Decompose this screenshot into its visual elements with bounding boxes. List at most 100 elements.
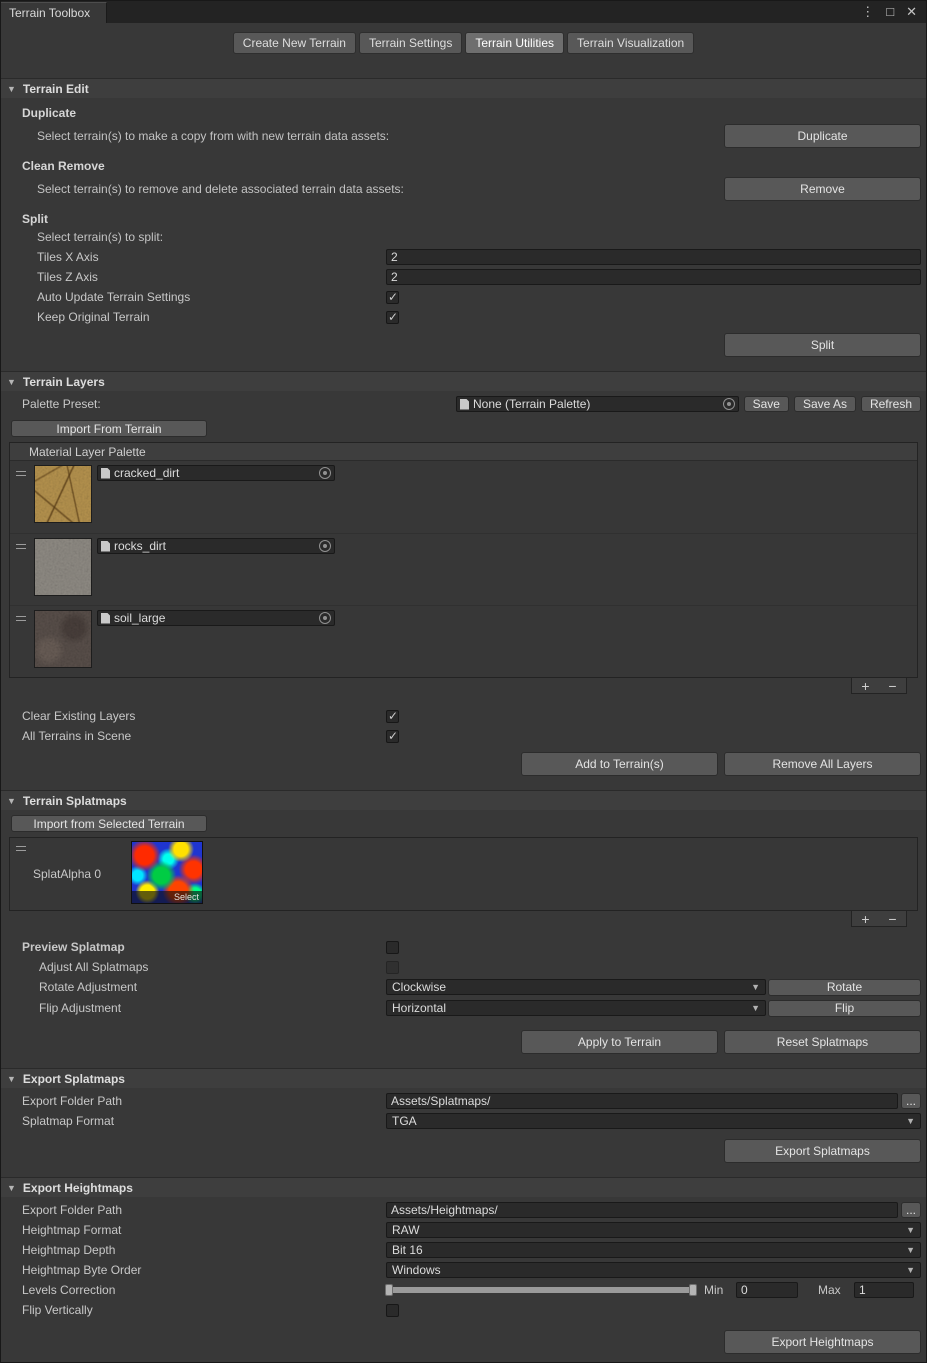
- foldout-icon: ▼: [7, 1183, 16, 1193]
- save-button[interactable]: Save: [744, 396, 789, 412]
- flip-adjustment-value: Horizontal: [392, 1001, 446, 1015]
- splatmap-list-footer: + −: [851, 911, 907, 927]
- export-heightmaps-button[interactable]: Export Heightmaps: [724, 1330, 921, 1354]
- import-from-terrain-button[interactable]: Import From Terrain: [11, 420, 207, 437]
- import-from-selected-terrain-button[interactable]: Import from Selected Terrain: [11, 815, 207, 832]
- browse-folder-button[interactable]: ...: [901, 1202, 921, 1218]
- heightmap-folder-input[interactable]: Assets/Heightmaps/: [386, 1202, 898, 1218]
- max-input[interactable]: 1: [854, 1282, 914, 1298]
- object-picker-icon[interactable]: [319, 467, 331, 479]
- remove-button[interactable]: Remove: [724, 177, 921, 201]
- tiles-x-input[interactable]: 2: [386, 249, 921, 265]
- splatmap-row: SplatAlpha 0 Select: [10, 838, 917, 910]
- heightmap-format-label: Heightmap Format: [22, 1223, 386, 1237]
- layer-object-field[interactable]: rocks_dirt: [97, 538, 335, 554]
- layer-object-field[interactable]: cracked_dirt: [97, 465, 335, 481]
- drag-handle-icon[interactable]: [16, 471, 26, 476]
- layer-thumbnail[interactable]: [34, 610, 92, 668]
- titlebar: Terrain Toolbox ⋮ □ ✕: [1, 1, 926, 23]
- tiles-x-label: Tiles X Axis: [37, 250, 386, 264]
- clean-remove-heading: Clean Remove: [1, 159, 926, 174]
- palette-preset-object-field[interactable]: None (Terrain Palette): [456, 396, 739, 412]
- all-terrains-checkbox[interactable]: [386, 730, 399, 743]
- chevron-down-icon: ▼: [906, 1225, 915, 1235]
- slider-max-handle[interactable]: [689, 1284, 697, 1296]
- min-input[interactable]: 0: [736, 1282, 798, 1298]
- section-terrain-edit[interactable]: ▼ Terrain Edit: [1, 78, 926, 98]
- flip-adjustment-dropdown[interactable]: Horizontal ▼: [386, 1000, 766, 1016]
- select-overlay[interactable]: Select: [132, 891, 202, 903]
- splatmap-format-dropdown[interactable]: TGA ▼: [386, 1113, 921, 1129]
- tab-terrain-visualization[interactable]: Terrain Visualization: [567, 32, 694, 54]
- add-splatmap-button[interactable]: +: [852, 911, 879, 926]
- asset-icon: [101, 541, 110, 552]
- clear-existing-checkbox[interactable]: [386, 710, 399, 723]
- levels-minmax-slider[interactable]: [386, 1287, 696, 1293]
- auto-update-checkbox[interactable]: [386, 291, 399, 304]
- section-export-splatmaps[interactable]: ▼ Export Splatmaps: [1, 1068, 926, 1088]
- maximize-icon[interactable]: □: [886, 1, 894, 23]
- rotate-button[interactable]: Rotate: [768, 979, 921, 996]
- max-label: Max: [818, 1283, 854, 1297]
- remove-all-layers-button[interactable]: Remove All Layers: [724, 752, 921, 776]
- splatmap-folder-input[interactable]: Assets/Splatmaps/: [386, 1093, 898, 1109]
- window-tab[interactable]: Terrain Toolbox: [1, 2, 107, 23]
- menu-icon[interactable]: ⋮: [861, 1, 874, 23]
- export-folder-path-label: Export Folder Path: [22, 1094, 386, 1108]
- tab-create-new-terrain[interactable]: Create New Terrain: [233, 32, 356, 54]
- slider-min-handle[interactable]: [385, 1284, 393, 1296]
- browse-folder-button[interactable]: ...: [901, 1093, 921, 1109]
- export-splatmaps-button[interactable]: Export Splatmaps: [724, 1139, 921, 1163]
- tab-terrain-settings[interactable]: Terrain Settings: [359, 32, 462, 54]
- reset-splatmaps-button[interactable]: Reset Splatmaps: [724, 1030, 921, 1054]
- rotate-adjustment-dropdown[interactable]: Clockwise ▼: [386, 979, 766, 995]
- flip-button[interactable]: Flip: [768, 1000, 921, 1017]
- refresh-button[interactable]: Refresh: [861, 396, 921, 412]
- min-label: Min: [704, 1283, 736, 1297]
- heightmap-byte-order-value: Windows: [392, 1263, 441, 1277]
- split-description: Select terrain(s) to split:: [37, 230, 163, 244]
- preview-splatmap-label: Preview Splatmap: [22, 940, 386, 954]
- drag-handle-icon[interactable]: [16, 616, 26, 621]
- flip-adjustment-label: Flip Adjustment: [39, 1001, 386, 1015]
- section-terrain-layers[interactable]: ▼ Terrain Layers: [1, 371, 926, 391]
- remove-splatmap-button[interactable]: −: [879, 911, 906, 926]
- adjust-all-checkbox[interactable]: [386, 961, 399, 974]
- keep-original-label: Keep Original Terrain: [37, 310, 386, 324]
- heightmap-depth-label: Heightmap Depth: [22, 1243, 386, 1257]
- layer-object-field[interactable]: soil_large: [97, 610, 335, 626]
- flip-vertically-label: Flip Vertically: [22, 1303, 386, 1317]
- section-export-heightmaps[interactable]: ▼ Export Heightmaps: [1, 1177, 926, 1197]
- close-icon[interactable]: ✕: [906, 1, 917, 23]
- drag-handle-icon[interactable]: [16, 544, 26, 549]
- section-title: Export Heightmaps: [23, 1181, 133, 1195]
- splatmap-format-value: TGA: [392, 1114, 417, 1128]
- drag-handle-icon[interactable]: [16, 846, 26, 851]
- flip-vertically-checkbox[interactable]: [386, 1304, 399, 1317]
- apply-to-terrain-button[interactable]: Apply to Terrain: [521, 1030, 718, 1054]
- heightmap-format-dropdown[interactable]: RAW ▼: [386, 1222, 921, 1238]
- chevron-down-icon: ▼: [906, 1245, 915, 1255]
- save-as-button[interactable]: Save As: [794, 396, 856, 412]
- duplicate-button[interactable]: Duplicate: [724, 124, 921, 148]
- splatmap-thumbnail[interactable]: Select: [131, 841, 203, 904]
- add-to-terrain-button[interactable]: Add to Terrain(s): [521, 752, 718, 776]
- tab-terrain-utilities[interactable]: Terrain Utilities: [465, 32, 564, 54]
- layer-thumbnail[interactable]: [34, 465, 92, 523]
- section-terrain-splatmaps[interactable]: ▼ Terrain Splatmaps: [1, 790, 926, 810]
- layer-thumbnail[interactable]: [34, 538, 92, 596]
- tiles-z-input[interactable]: 2: [386, 269, 921, 285]
- asset-icon: [460, 399, 469, 410]
- heightmap-byte-order-dropdown[interactable]: Windows ▼: [386, 1262, 921, 1278]
- object-picker-icon[interactable]: [319, 612, 331, 624]
- heightmap-depth-dropdown[interactable]: Bit 16 ▼: [386, 1242, 921, 1258]
- preview-splatmap-checkbox[interactable]: [386, 941, 399, 954]
- split-button[interactable]: Split: [724, 333, 921, 357]
- object-picker-icon[interactable]: [723, 398, 735, 410]
- object-picker-icon[interactable]: [319, 540, 331, 552]
- remove-layer-button[interactable]: −: [879, 678, 906, 693]
- heightmap-format-value: RAW: [392, 1223, 420, 1237]
- layer-name: soil_large: [114, 611, 315, 625]
- keep-original-checkbox[interactable]: [386, 311, 399, 324]
- add-layer-button[interactable]: +: [852, 678, 879, 693]
